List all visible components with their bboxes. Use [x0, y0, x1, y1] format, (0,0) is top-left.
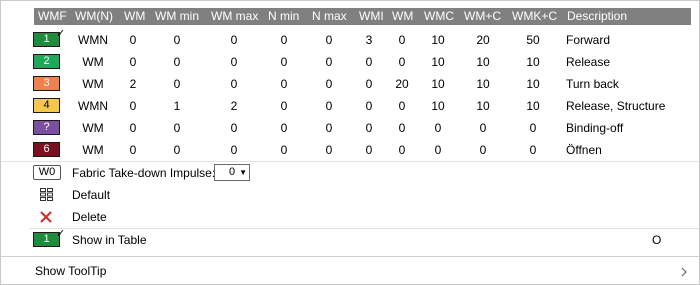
- wmf-popup-panel: WMF WM(N) WM WM min WM max N min N max W…: [0, 0, 700, 285]
- wmf-swatch[interactable]: 2: [33, 54, 60, 69]
- header-wmi: WMI: [359, 9, 384, 23]
- header-wm-plus-c: WM+C: [464, 9, 501, 23]
- checkmark-icon: ✓: [56, 28, 66, 40]
- grid-icon: [40, 188, 53, 201]
- wmf-swatch[interactable]: 3: [33, 76, 60, 91]
- menu-item-default[interactable]: Default: [1, 184, 699, 206]
- table-row[interactable]: 2 WM 0 0 0 0 0 0 0 10 10 10 Release: [1, 51, 699, 73]
- header-wm-min: WM min: [155, 9, 199, 23]
- menu-item-show-in-table[interactable]: 1 ✓ Show in Table O: [1, 228, 699, 251]
- table-row[interactable]: ? WM 0 0 0 0 0 0 0 0 0 0 Binding-off: [1, 117, 699, 139]
- fabric-takedown-row: W0 Fabric Take-down Impulse: 0 ▼: [1, 162, 699, 184]
- divider: [1, 256, 699, 257]
- show-tooltip-item[interactable]: Show ToolTip: [1, 258, 699, 284]
- close-icon: [40, 211, 52, 223]
- header-n-min: N min: [268, 9, 300, 23]
- table-row[interactable]: 4 WMN 0 1 2 0 0 0 0 10 10 10 Release, St…: [1, 95, 699, 117]
- menu-item-delete[interactable]: Delete: [1, 206, 699, 228]
- wmf-swatch[interactable]: ?: [33, 120, 60, 135]
- table-row[interactable]: 3 WM 2 0 0 0 0 0 20 10 10 10 Turn back: [1, 73, 699, 95]
- header-description: Description: [567, 9, 628, 23]
- row-description: Release: [566, 55, 611, 69]
- table-header: WMF WM(N) WM WM min WM max N min N max W…: [34, 8, 691, 25]
- table-row[interactable]: 1 ✓ WMN 0 0 0 0 0 3 0 10 20 50 Forward: [1, 28, 699, 51]
- header-wm: WM: [124, 9, 146, 23]
- header-wmf: WMF: [38, 9, 67, 23]
- header-wmk-plus-c: WMK+C: [512, 9, 557, 23]
- wmf-swatch[interactable]: 6: [33, 142, 60, 157]
- w0-badge: W0: [33, 165, 61, 180]
- row-description: Release, Structure: [566, 99, 666, 113]
- row-description: Forward: [566, 33, 611, 47]
- checkmark-icon: ✓: [56, 228, 66, 240]
- header-wmc: WMC: [424, 9, 454, 23]
- header-n-max: N max: [312, 9, 347, 23]
- row-description: Binding-off: [566, 121, 624, 135]
- row-description: Öffnen: [566, 143, 602, 157]
- fabric-takedown-label: Fabric Take-down Impulse:: [72, 166, 216, 180]
- header-wmn: WM(N): [75, 9, 113, 23]
- chevron-down-icon: ▼: [239, 168, 247, 177]
- header-wm2: WM: [392, 9, 414, 23]
- show-in-table-value: O: [652, 233, 662, 247]
- show-in-table-label: Show in Table: [72, 233, 147, 247]
- header-wm-max: WM max: [211, 9, 259, 23]
- delete-label: Delete: [72, 210, 107, 224]
- show-tooltip-label: Show ToolTip: [35, 264, 107, 278]
- default-label: Default: [72, 188, 111, 202]
- chevron-right-icon: [680, 266, 688, 277]
- wmf-swatch[interactable]: 4: [33, 98, 60, 113]
- table-row[interactable]: 6 WM 0 0 0 0 0 0 0 0 0 0 Öffnen: [1, 139, 699, 161]
- row-description: Turn back: [566, 77, 619, 91]
- fabric-takedown-select[interactable]: 0 ▼: [214, 164, 250, 181]
